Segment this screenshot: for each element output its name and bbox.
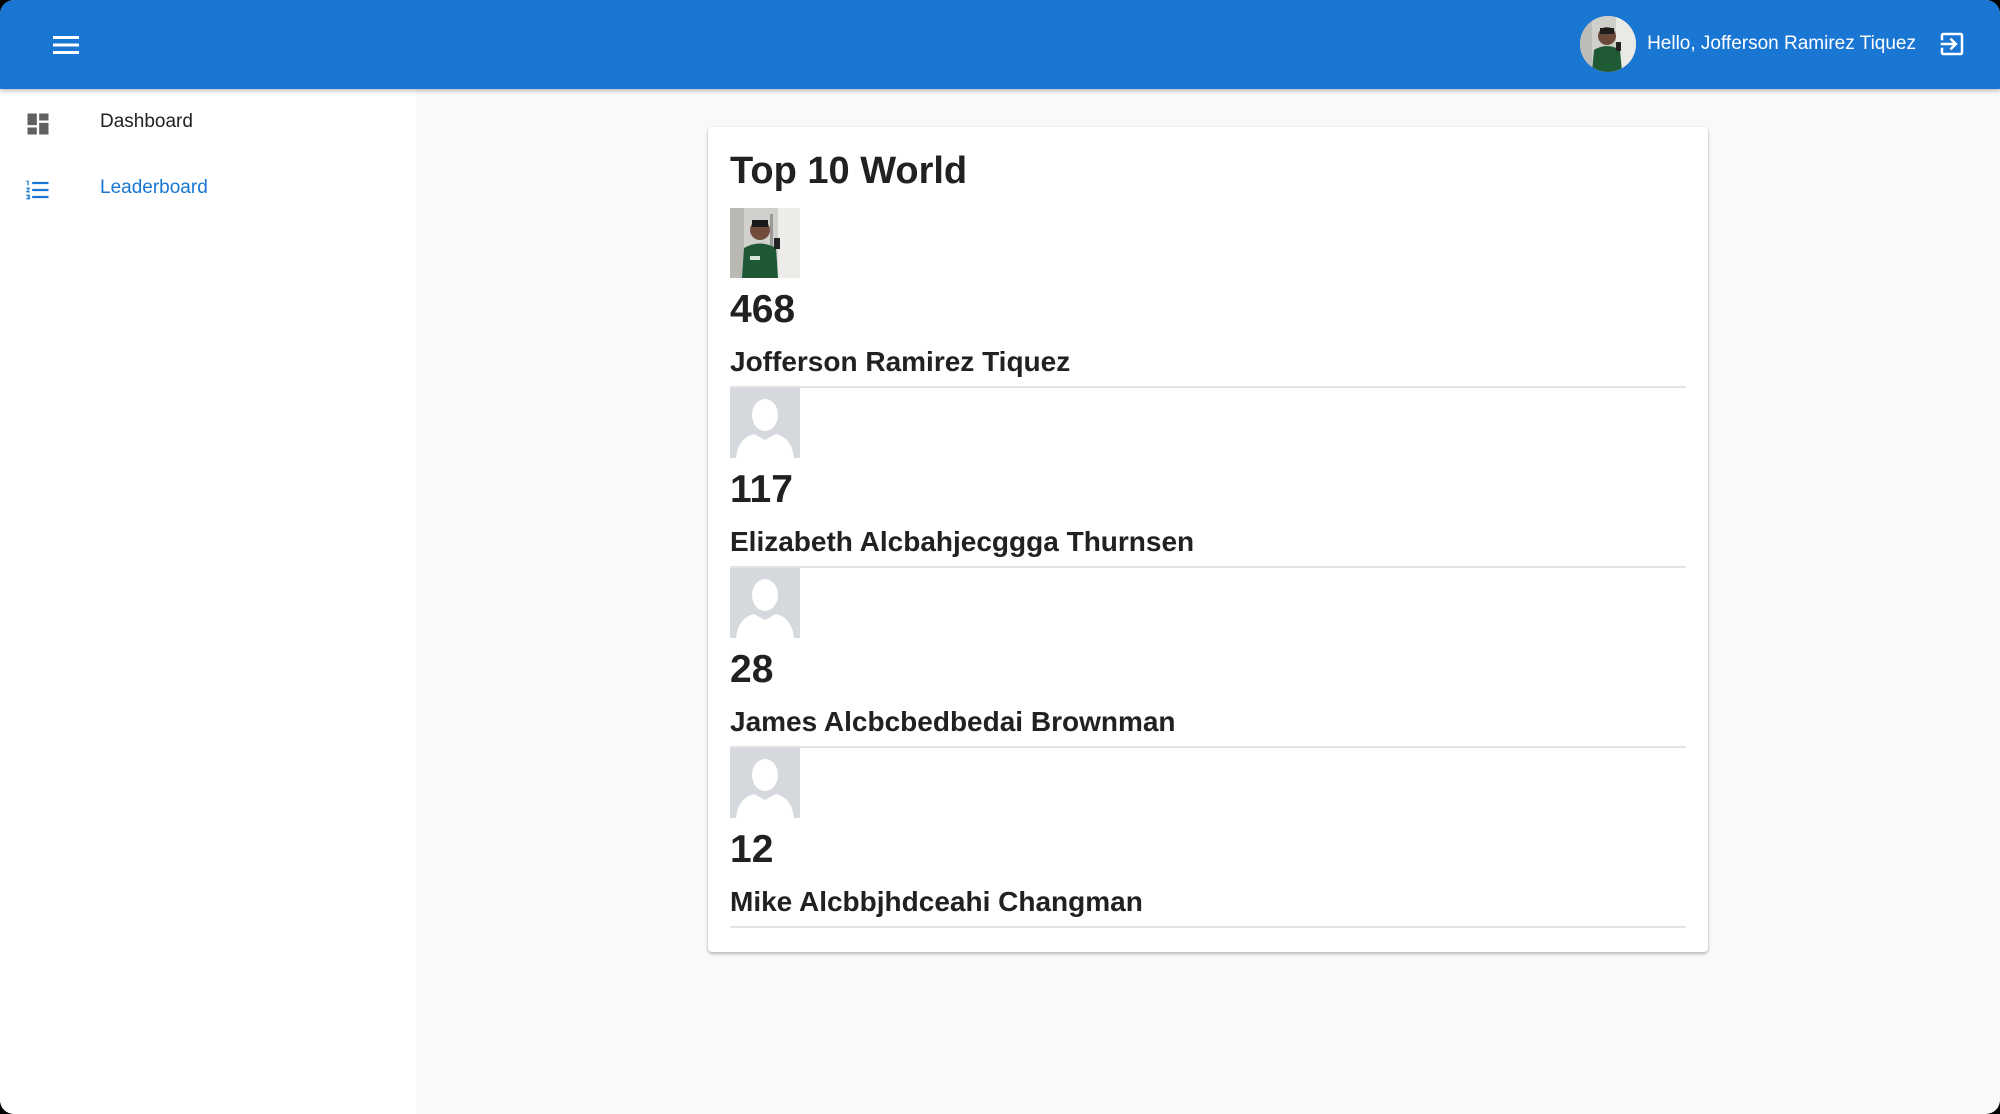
sidebar-item-label: Dashboard [100, 111, 193, 132]
player-name: James Alcbcbedbedai Brownman [730, 706, 1176, 737]
player-name: Elizabeth Alcbahjecggga Thurnsen [730, 526, 1195, 557]
sidebar-item-dashboard[interactable]: Dashboard [0, 89, 416, 155]
user-greeting: Hello, Jofferson Ramirez Tiquez [1647, 33, 1916, 54]
app-window: Hello, Jofferson Ramirez Tiquez Dashboar… [0, 0, 2000, 1114]
player-photo [730, 208, 800, 278]
leaderboard-entry: 28 James Alcbcbedbedai Brownman [730, 568, 1686, 748]
player-score: 117 [730, 468, 793, 511]
menu-icon [53, 36, 79, 54]
user-photo-icon [1580, 16, 1637, 72]
leaderboard-title: Top 10 World [730, 150, 968, 192]
player-photo [730, 748, 800, 818]
player-name: Mike Alcbbjhdceahi Changman [730, 886, 1143, 917]
default-avatar-icon [730, 568, 800, 638]
player-photo [730, 388, 800, 458]
player-score: 28 [730, 648, 774, 691]
dashboard-icon [27, 113, 49, 135]
player-score: 468 [730, 288, 796, 331]
player-score: 12 [730, 828, 774, 871]
sidebar-item-label: Leaderboard [100, 177, 208, 198]
sidebar-item-leaderboard[interactable]: Leaderboard [0, 155, 416, 221]
leaderboard-entry: 117 Elizabeth Alcbahjecggga Thurnsen [730, 388, 1686, 568]
default-avatar-icon [730, 748, 800, 818]
player-name: Jofferson Ramirez Tiquez [730, 346, 1071, 377]
list-icon [26, 180, 49, 200]
leaderboard-entry: 468 Jofferson Ramirez Tiquez [730, 208, 1686, 388]
logout-icon [1940, 32, 1964, 56]
user-area: Hello, Jofferson Ramirez Tiquez [1580, 15, 1970, 73]
player-photo [730, 568, 800, 638]
user-photo-icon [730, 208, 800, 278]
top-app-bar: Hello, Jofferson Ramirez Tiquez [0, 0, 2000, 89]
default-avatar-icon [730, 388, 800, 458]
logout-button[interactable] [1934, 26, 1970, 62]
leaderboard-entry: 12 Mike Alcbbjhdceahi Changman [730, 748, 1686, 928]
sidebar: Dashboard Leaderboard [0, 89, 416, 1114]
user-avatar[interactable] [1580, 16, 1637, 72]
menu-button[interactable] [38, 21, 94, 69]
leaderboard-card: Top 10 World 468 Jofferson Ramirez Tique… [708, 127, 1708, 952]
